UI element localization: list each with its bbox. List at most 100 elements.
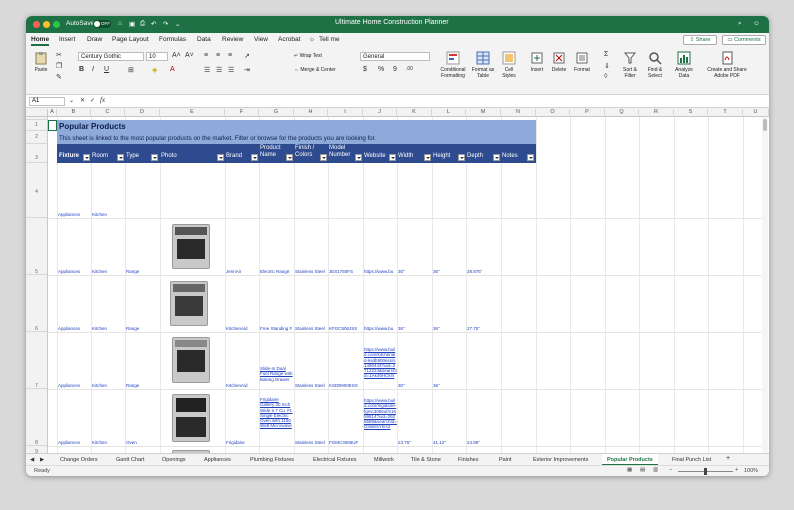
column-header-n[interactable]: N (501, 109, 536, 117)
sheet-subtitle[interactable]: This sheet is linked to the most popular… (59, 135, 376, 142)
tab-data[interactable]: Data (197, 36, 211, 43)
row-header-1[interactable]: 1 (26, 120, 48, 131)
cut-icon[interactable]: ✂ (56, 51, 62, 59)
comma-icon[interactable]: 9 (393, 66, 397, 73)
sheet-tab-millwork[interactable]: Millwork (374, 457, 394, 463)
column-header-d[interactable]: D (125, 109, 160, 117)
insert-function-icon[interactable]: fx (100, 96, 105, 104)
align-left-icon[interactable]: ☰ (204, 66, 210, 74)
name-box[interactable]: A1 (29, 97, 65, 106)
sheet-tab-tile-stone[interactable]: Tile & Stone (411, 457, 441, 463)
zoom-window-icon[interactable] (53, 21, 60, 28)
cell-room[interactable]: Kitchen (92, 440, 107, 445)
cell-finish[interactable]: Stainless Steel (295, 383, 328, 388)
font-name-select[interactable]: Century Gothic (78, 52, 144, 61)
cell-depth[interactable]: 28.875" (467, 269, 482, 274)
merge-center-button[interactable]: ⇔ Merge & Center (294, 67, 336, 73)
cell-website[interactable]: https://www.build.com/frigidaire-fgmc306… (364, 398, 397, 430)
align-bottom-icon[interactable]: ≡ (228, 52, 232, 59)
cell-height[interactable]: 36" (433, 383, 440, 388)
underline-icon[interactable]: U (104, 66, 109, 73)
decrease-font-icon[interactable]: A˅ (185, 52, 194, 59)
sheet-tab-plumbing-fixtures[interactable]: Plumbing Fixtures (250, 457, 294, 463)
filter-dropdown-icon[interactable] (217, 154, 224, 161)
align-right-icon[interactable]: ☰ (228, 66, 234, 74)
cell-depth[interactable]: 24.88" (467, 440, 480, 445)
column-header-q[interactable]: Q (605, 109, 639, 117)
zoom-level[interactable]: 100% (744, 468, 758, 474)
tab-acrobat[interactable]: Acrobat (278, 36, 300, 43)
tell-me-box[interactable]: Tell me (319, 36, 340, 43)
cell-product-name[interactable]: Slide-In Dual Fuel Range with Baking Dra… (260, 366, 293, 382)
cell-height[interactable]: 36" (433, 326, 440, 331)
cell-type[interactable]: Range (126, 383, 139, 388)
sort-filter-button[interactable]: Sort & Filter (618, 51, 642, 79)
customize-toolbar-icon[interactable]: ⌄ (175, 20, 180, 28)
format-painter-icon[interactable]: ✎ (56, 73, 62, 81)
sheet-tab-finishes[interactable]: Finishes (458, 457, 478, 463)
font-size-select[interactable]: 10 (146, 52, 168, 61)
row-header-3[interactable]: 3 (26, 144, 48, 163)
orientation-icon[interactable]: ↗ (244, 52, 250, 60)
column-header-a[interactable]: A (48, 109, 57, 117)
cell-fixture[interactable]: Appliances (58, 269, 80, 274)
filter-dropdown-icon[interactable] (527, 154, 534, 161)
column-header-m[interactable]: M (466, 109, 501, 117)
column-header-p[interactable]: P (570, 109, 605, 117)
zoom-in-icon[interactable]: + (735, 467, 738, 473)
paste-button[interactable]: Paste (30, 51, 52, 73)
column-header-c[interactable]: C (91, 109, 125, 117)
account-icon[interactable]: ☺ (753, 20, 760, 27)
cell-website[interactable]: https://www.bu (364, 269, 397, 274)
filter-dropdown-icon[interactable] (493, 154, 500, 161)
tab-formulas[interactable]: Formulas (159, 36, 186, 43)
zoom-out-icon[interactable]: − (669, 467, 672, 473)
align-middle-icon[interactable]: ≡ (216, 52, 220, 59)
header-website[interactable]: Website (364, 153, 386, 160)
cell-height[interactable]: 41.12" (433, 440, 446, 445)
page-layout-view-icon[interactable]: ▤ (640, 467, 645, 473)
header-photo[interactable]: Photo (161, 153, 177, 160)
oven-photo[interactable] (172, 394, 210, 442)
cell-product-name[interactable]: Electric Range: (260, 269, 294, 274)
cell-fixture[interactable]: Appliances (58, 212, 80, 217)
cell-type[interactable]: Oven (126, 440, 137, 445)
cell-finish[interactable]: Stainless Steel (295, 326, 328, 331)
create-share-pdf-button[interactable]: Create and Share Adobe PDF (701, 51, 753, 79)
sheet-tab-paint[interactable]: Paint (499, 457, 512, 463)
minimize-window-icon[interactable] (43, 21, 50, 28)
cell-height[interactable]: 36" (433, 269, 440, 274)
zoom-slider-handle[interactable] (704, 468, 707, 475)
cell-model[interactable]: KFGC506JSS (329, 326, 363, 331)
decimal-icon[interactable]: .00 (406, 66, 413, 72)
sheet-tab-openings[interactable]: Openings (162, 457, 186, 463)
column-header-r[interactable]: R (639, 109, 674, 117)
header-room[interactable]: Room (92, 153, 108, 160)
search-icon[interactable]: ⌕ (738, 20, 742, 28)
column-header-f[interactable]: F (225, 109, 259, 117)
filter-dropdown-icon[interactable] (389, 154, 396, 161)
cell-fixture[interactable]: Appliances (58, 440, 80, 445)
page-break-view-icon[interactable]: ▥ (653, 467, 658, 473)
cell-room[interactable]: Kitchen (92, 212, 107, 217)
scrollbar-thumb[interactable] (763, 119, 767, 131)
selected-cell-a1[interactable] (48, 120, 57, 131)
cell-styles-button[interactable]: Cell Styles (498, 51, 520, 79)
number-format-select[interactable]: General (360, 52, 430, 61)
filter-dropdown-icon[interactable] (320, 154, 327, 161)
next-sheet-icon[interactable]: ▶ (40, 457, 44, 463)
italic-icon[interactable]: I (92, 66, 94, 73)
cell-width[interactable]: 23.75" (398, 440, 411, 445)
filter-dropdown-icon[interactable] (355, 154, 362, 161)
header-product-name[interactable]: Product Name (260, 145, 286, 158)
cell-brand[interactable]: JennAir (226, 269, 241, 274)
indent-icon[interactable]: ⇥ (244, 66, 250, 74)
tab-insert[interactable]: Insert (59, 36, 75, 43)
cell-brand[interactable]: KitchenAid (226, 326, 248, 331)
filter-dropdown-icon[interactable] (424, 154, 431, 161)
clear-icon[interactable]: ◊ (604, 73, 607, 80)
row-header-9[interactable]: 9 (26, 446, 48, 453)
format-cells-button[interactable]: Format (571, 51, 593, 73)
sheet-tab-final-punch-list[interactable]: Final Punch List (672, 457, 711, 463)
row-header-2[interactable]: 2 (26, 131, 48, 144)
